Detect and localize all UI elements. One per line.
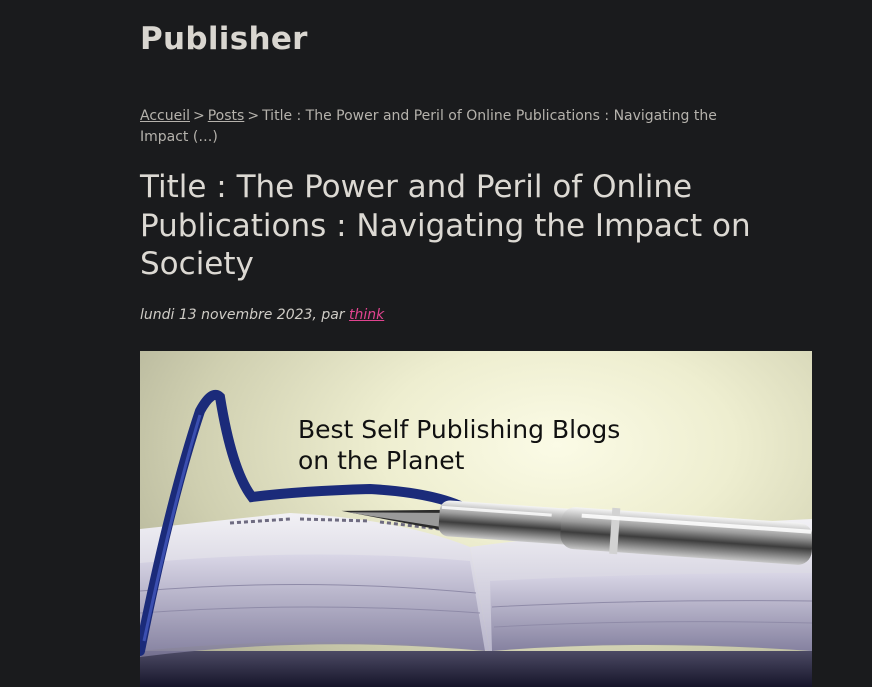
breadcrumb-separator: > bbox=[247, 108, 260, 124]
breadcrumb-posts-link[interactable]: Posts bbox=[208, 108, 245, 124]
post-date: lundi 13 novembre 2023, par bbox=[140, 307, 345, 323]
post-byline: lundi 13 novembre 2023, par think bbox=[140, 307, 384, 323]
author-link[interactable]: think bbox=[349, 307, 384, 323]
post-title: Title : The Power and Peril of Online Pu… bbox=[140, 169, 751, 282]
site-title[interactable]: Publisher bbox=[140, 21, 308, 57]
breadcrumb-home-link[interactable]: Accueil bbox=[140, 108, 190, 124]
hero-caption: Best Self Publishing Blogs on the Planet bbox=[298, 415, 621, 475]
hero-image: Best Self Publishing Blogs on the Planet bbox=[140, 351, 812, 687]
breadcrumb-separator: > bbox=[193, 108, 205, 124]
book-and-pen-illustration bbox=[140, 389, 812, 687]
breadcrumb: Accueil > Posts > Title : The Power and Peri… bbox=[140, 106, 760, 148]
